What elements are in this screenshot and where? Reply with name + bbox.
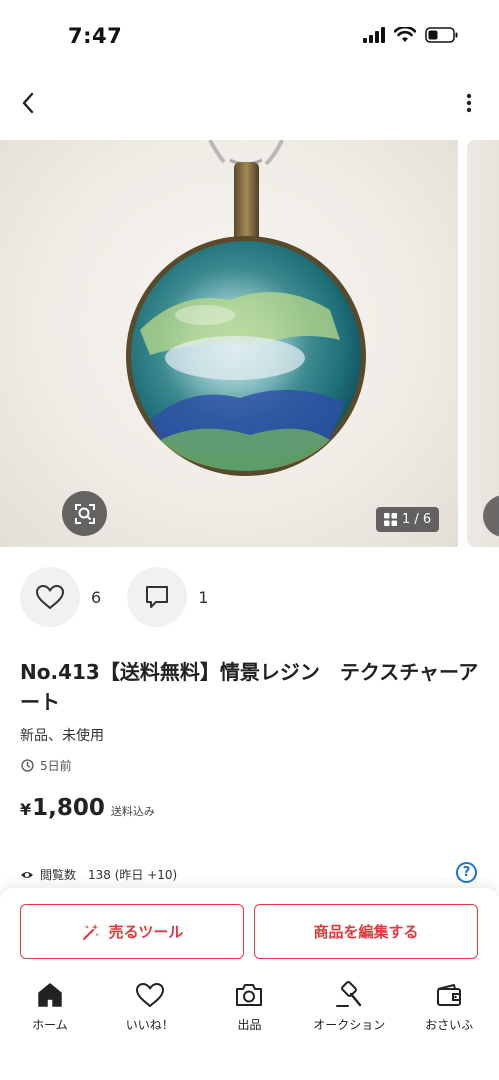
zoom-button[interactable] [62, 491, 107, 536]
pendant-image [126, 140, 366, 476]
clock-icon [21, 759, 34, 772]
shipping-included-note: 送料込み [110, 805, 155, 818]
views-label: 閲覧数 [40, 868, 77, 882]
item-condition: 新品、未使用 [20, 728, 104, 744]
item-title: No.413【送料無料】情景レジン テクスチャーアート [20, 660, 479, 714]
eye-icon [21, 871, 33, 878]
help-icon[interactable]: ? [456, 862, 477, 883]
tab-auction[interactable]: オークション [299, 980, 399, 1040]
more-vertical-icon [466, 93, 472, 113]
home-icon [35, 980, 65, 1010]
comment-button[interactable] [127, 567, 188, 627]
heart-icon [135, 980, 165, 1010]
camera-icon [234, 980, 264, 1010]
action-row: 6 1 [20, 567, 234, 627]
edit-item-label: 商品を編集する [313, 923, 419, 941]
price-currency: ¥ [20, 800, 32, 819]
wallet-icon [434, 980, 464, 1010]
grid-icon [384, 513, 397, 526]
tab-home[interactable]: ホーム [0, 980, 100, 1040]
photo-counter: 1 / 6 [376, 507, 440, 532]
heart-icon [36, 585, 64, 609]
like-button[interactable] [20, 567, 80, 627]
product-photo[interactable]: 1 / 6 [0, 140, 458, 547]
auction-hammer-icon [334, 980, 364, 1010]
magic-wand-icon [82, 923, 99, 940]
posted-time-text: 5日前 [40, 759, 72, 773]
status-bar: 7:47 [0, 0, 499, 70]
image-search-icon [74, 503, 95, 524]
tab-likes-label: いいね！ [125, 1018, 174, 1032]
next-photo-zoom-icon [483, 495, 499, 537]
tab-likes[interactable]: いいね！ [100, 980, 200, 1040]
tab-sell-label: 出品 [237, 1018, 262, 1032]
sell-tool-label: 売るツール [108, 923, 184, 941]
tab-auction-label: オークション [313, 1018, 386, 1032]
comment-icon [146, 586, 169, 608]
status-time: 7:47 [68, 24, 123, 48]
likes-count: 6 [91, 587, 102, 607]
photo-counter-text: 1 / 6 [402, 512, 432, 527]
wifi-icon [393, 25, 417, 47]
chevron-left-icon [22, 92, 34, 114]
tab-sell[interactable]: 出品 [200, 980, 300, 1040]
tab-wallet[interactable]: おさいふ [399, 980, 499, 1040]
battery-icon [425, 27, 459, 47]
status-icons [363, 25, 459, 47]
back-button[interactable] [14, 88, 42, 118]
next-photo-preview[interactable] [467, 140, 499, 547]
views-count: 138 (昨日 +10) [88, 868, 178, 882]
sell-tool-button[interactable]: 売るツール [20, 904, 244, 959]
bottom-panel: 売るツール 商品を編集する ホーム いいね！ 出品 オークション おさいふ [0, 888, 499, 1080]
tab-home-label: ホーム [32, 1018, 68, 1032]
posted-time: 5日前 [21, 757, 72, 774]
signal-icon [363, 27, 385, 47]
nav-bar [0, 80, 499, 126]
view-stats: 閲覧数 138 (昨日 +10) [20, 866, 177, 883]
edit-item-button[interactable]: 商品を編集する [254, 904, 478, 959]
price-value: 1,800 [32, 795, 105, 821]
tab-wallet-label: おさいふ [425, 1018, 474, 1032]
price: ¥ 1,800 送料込み [20, 795, 155, 821]
comments-count: 1 [198, 587, 209, 607]
more-options-button[interactable] [459, 88, 479, 118]
photo-gallery[interactable]: 1 / 6 [0, 140, 499, 547]
tab-bar: ホーム いいね！ 出品 オークション おさいふ [0, 980, 499, 1040]
